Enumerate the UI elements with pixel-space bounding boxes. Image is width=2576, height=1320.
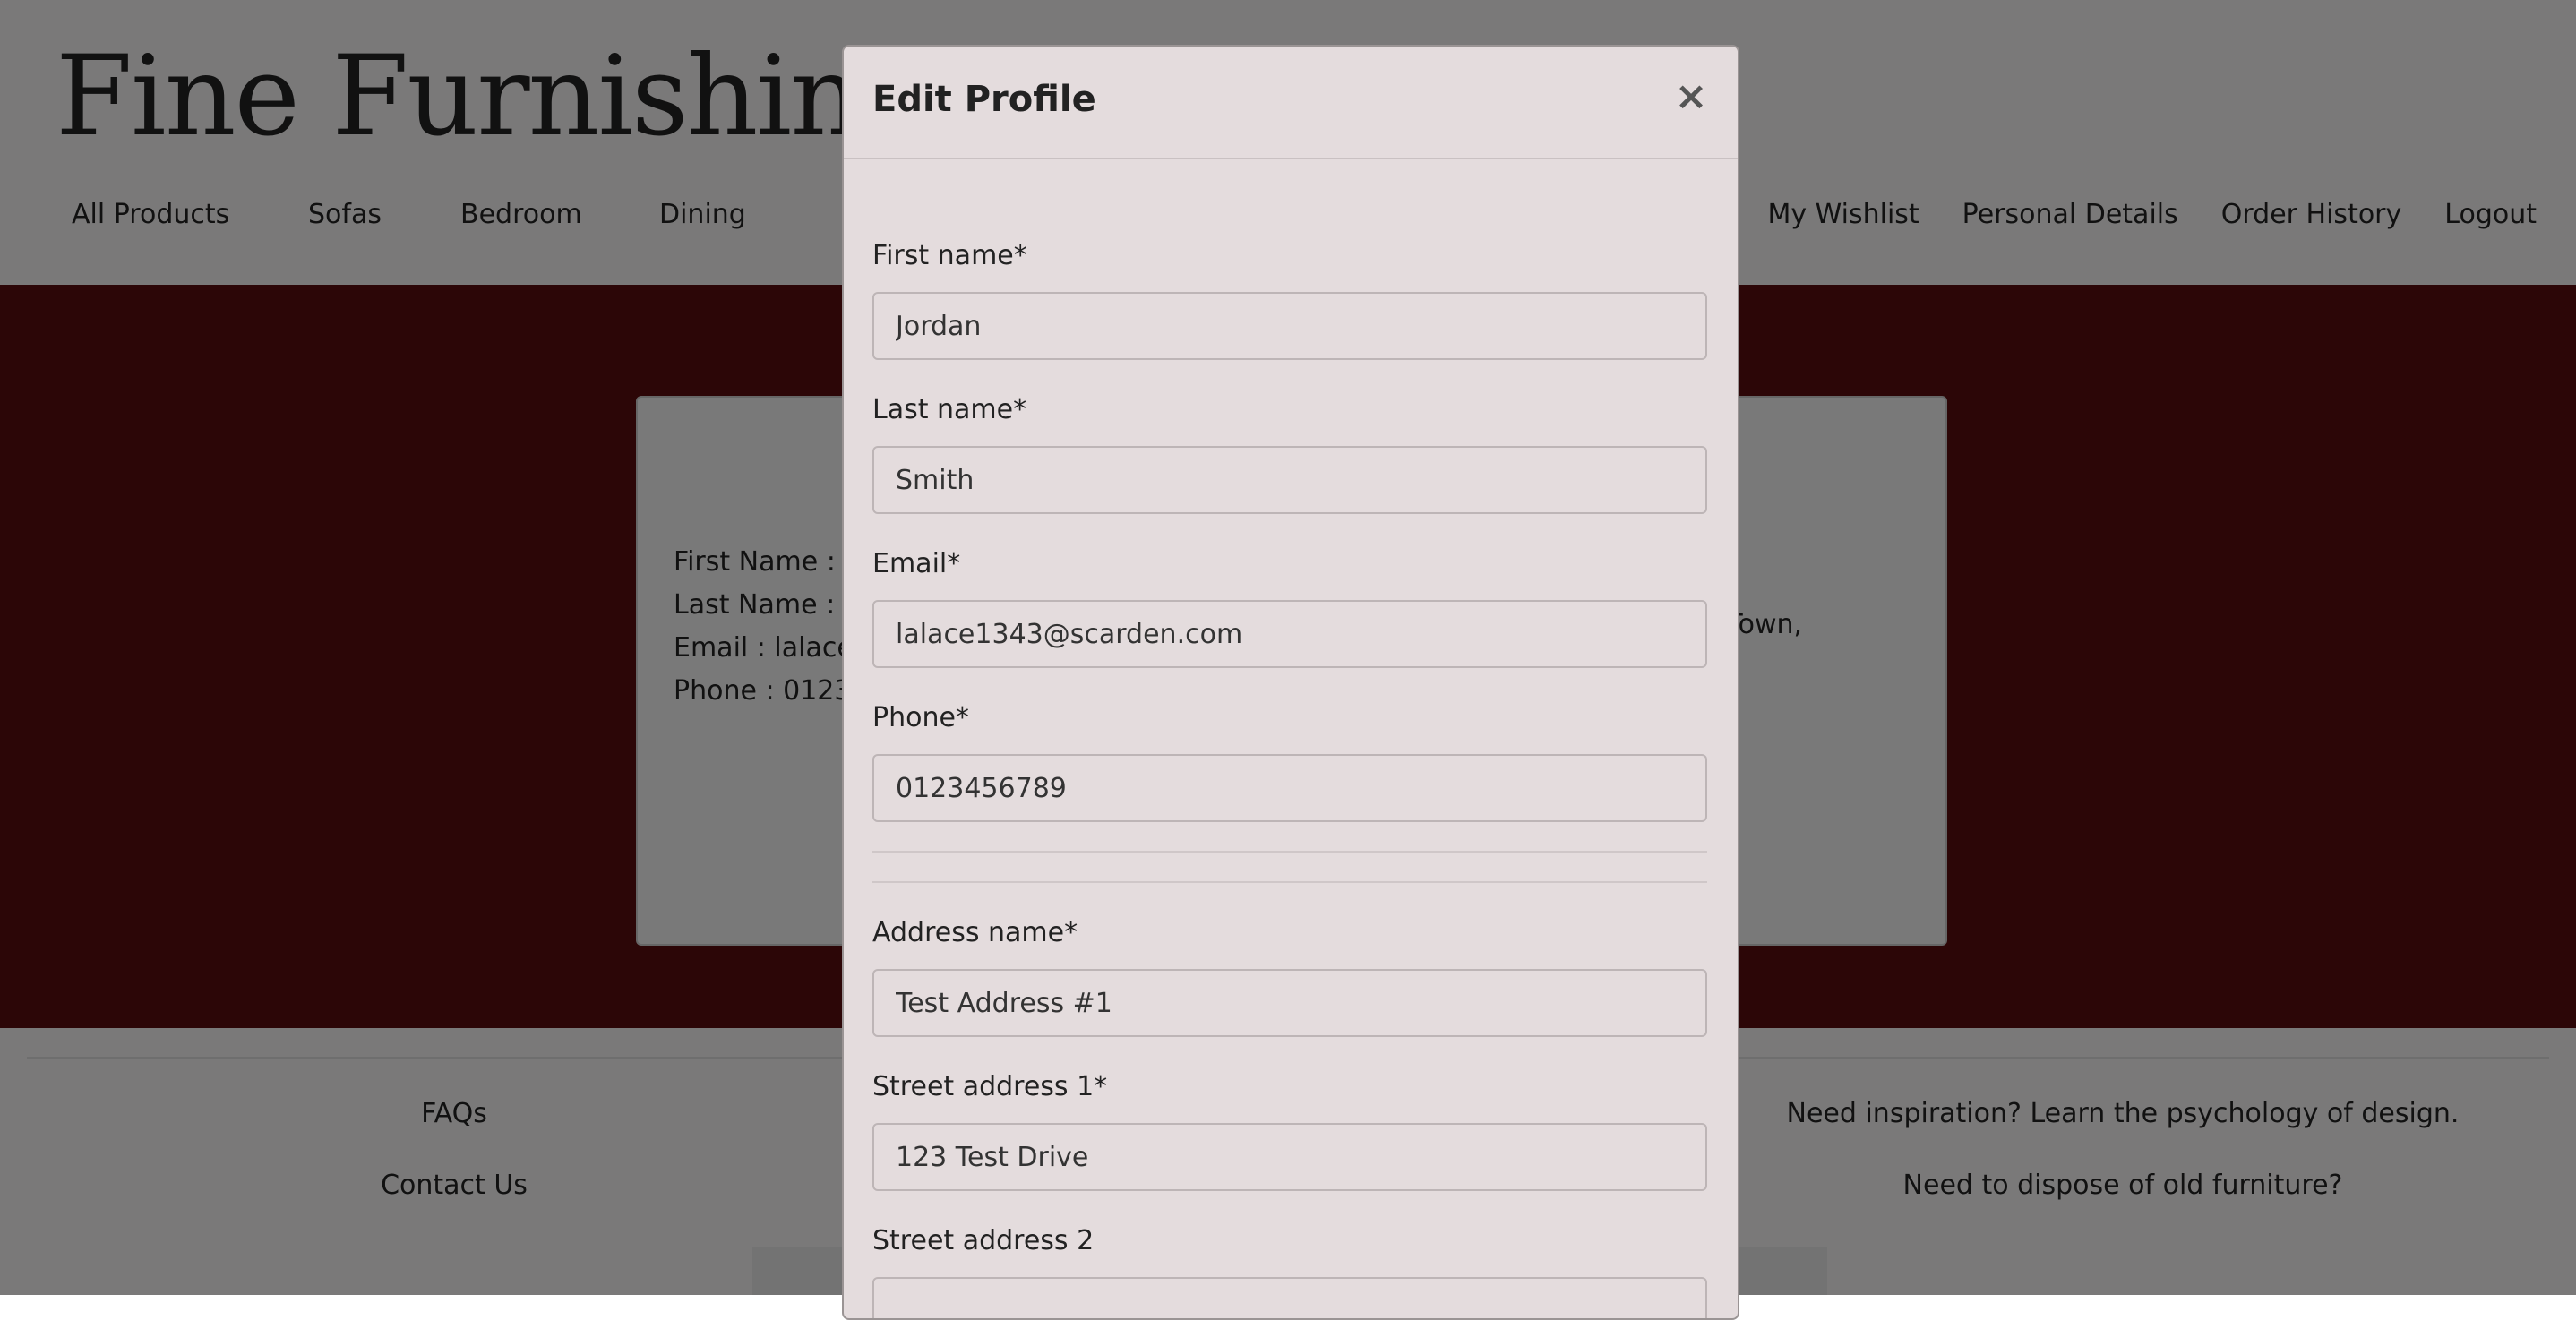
street2-input[interactable] xyxy=(872,1277,1707,1318)
street2-label: Street address 2 xyxy=(872,1225,1095,1256)
street2-group: Street address 2 xyxy=(872,1225,1094,1256)
section-divider-1 xyxy=(872,851,1707,853)
phone-label: Phone* xyxy=(872,702,969,733)
email-label: Email* xyxy=(872,548,961,579)
close-icon[interactable]: × xyxy=(1671,77,1711,116)
last-name-group: Last name* xyxy=(872,394,1026,425)
first-name-label: First name* xyxy=(872,240,1027,271)
section-divider-2 xyxy=(872,881,1707,883)
edit-profile-modal: Edit Profile × First name* Last name* Em… xyxy=(842,45,1739,1320)
first-name-input[interactable] xyxy=(872,292,1707,360)
street1-label: Street address 1* xyxy=(872,1071,1108,1102)
street1-group: Street address 1* xyxy=(872,1071,1107,1102)
phone-group: Phone* xyxy=(872,702,969,733)
street1-input[interactable] xyxy=(872,1123,1707,1191)
last-name-input[interactable] xyxy=(872,446,1707,514)
email-group: Email* xyxy=(872,548,960,579)
modal-header: Edit Profile × xyxy=(844,47,1738,159)
address-name-label: Address name* xyxy=(872,917,1078,948)
address-name-input[interactable] xyxy=(872,969,1707,1037)
address-name-group: Address name* xyxy=(872,917,1078,948)
first-name-group: First name* xyxy=(872,240,1027,271)
modal-title: Edit Profile xyxy=(872,79,1096,120)
last-name-label: Last name* xyxy=(872,394,1027,425)
phone-input[interactable] xyxy=(872,754,1707,822)
email-input[interactable] xyxy=(872,600,1707,668)
